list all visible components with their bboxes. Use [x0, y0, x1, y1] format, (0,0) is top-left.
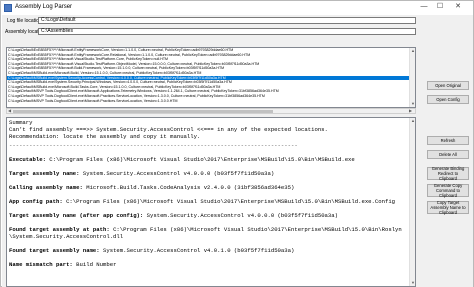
log-file-list[interactable]: C:\Logs\Default\ExE8B5F5?\*\*\Microsoft.… — [6, 47, 416, 108]
generate-binding-redirect-button[interactable]: Generate Binding Redirect to Clipboard — [427, 166, 469, 181]
calling-label: Calling assembly name: — [9, 184, 83, 191]
executable-value: C:\Program Files (x86)\Microsoft Visual … — [45, 156, 355, 163]
scroll-left-arrow-icon[interactable]: ◀ — [8, 109, 11, 113]
log-location-input[interactable]: C:\Logs\Default — [38, 17, 416, 24]
config-label: App config path: — [9, 198, 63, 205]
maximize-button[interactable]: ☐ — [433, 1, 447, 13]
found-path-value: C:\Program Files (x86)\Microsoft Visual … — [109, 226, 402, 233]
found-path-label: Found target assembly at path: — [9, 226, 110, 233]
output-scroll-down-icon[interactable]: ▼ — [411, 281, 415, 285]
app-window: Assembly Log Parser — ☐ ✕ Log file locat… — [0, 0, 474, 287]
found-name-label: Found target assembly name: — [9, 247, 100, 254]
target-after-label: Target assembly name (after app config): — [9, 212, 144, 219]
separator-line: ----------------------------------------… — [9, 142, 298, 149]
output-text-area[interactable]: Summary Can't find assembly ===>> System… — [6, 117, 416, 287]
horizontal-scroll-thumb[interactable] — [13, 110, 273, 113]
open-config-button[interactable]: Open Config — [427, 95, 469, 104]
executable-line: Executable: C:\Program Files (x86)\Micro… — [9, 156, 355, 163]
config-value: C:\Program Files (x86)\Microsoft Visual … — [62, 198, 396, 205]
app-icon — [4, 4, 12, 12]
list-vertical-scrollbar[interactable]: ▲ ▼ — [409, 48, 415, 107]
refresh-button[interactable]: Refresh — [427, 136, 469, 145]
target-value: System.Security.AccessControl v4.0.0.0 (… — [79, 170, 275, 177]
scroll-up-arrow-icon[interactable]: ▲ — [411, 49, 415, 53]
minimize-button[interactable]: — — [417, 1, 431, 13]
generate-copy-command-button[interactable]: Generate Copy Command to Clipboard — [427, 183, 469, 198]
output-vertical-scrollbar[interactable]: ▲ ▼ — [409, 118, 415, 286]
assembly-location-input[interactable]: C:\Assemblies — [38, 28, 416, 35]
open-original-button[interactable]: Open Original — [427, 81, 469, 90]
calling-line: Calling assembly name: Microsoft.Build.T… — [9, 184, 294, 191]
calling-value: Microsoft.Build.Tasks.CodeAnalysis v2.4.… — [82, 184, 295, 191]
summary-heading: Summary — [9, 119, 33, 126]
scroll-down-arrow-icon[interactable]: ▼ — [411, 102, 415, 106]
found-name-line: Found target assembly name: System.Secur… — [9, 247, 294, 254]
target-line: Target assembly name: System.Security.Ac… — [9, 170, 274, 177]
delete-all-button[interactable]: Delete All — [427, 150, 469, 159]
summary-line: Can't find assembly ===>> System.Securit… — [9, 126, 328, 133]
config-line: App config path: C:\Program Files (x86)\… — [9, 198, 395, 205]
mismatch-value: Build Number — [72, 261, 117, 268]
client-area: Log file location: C:\Logs\Default Assem… — [2, 15, 473, 287]
recommendation-line: Recommendation: locate the assembly and … — [9, 133, 201, 140]
output-scroll-up-icon[interactable]: ▲ — [411, 119, 415, 123]
close-button[interactable]: ✕ — [451, 1, 465, 13]
target-after-line: Target assembly name (after app config):… — [9, 212, 338, 219]
title-bar[interactable]: Assembly Log Parser — ☐ ✕ — [1, 1, 473, 15]
log-file-list-items: C:\Logs\Default\ExE8B5F5?\*\*\Microsoft.… — [7, 48, 415, 103]
target-label: Target assembly name: — [9, 170, 80, 177]
copy-target-assembly-name-button[interactable]: Copy Target Assembly Name to Clipboard — [427, 200, 469, 215]
target-after-value: System.Security.AccessControl v4.0.0.0 (… — [143, 212, 338, 219]
found-path-line: Found target assembly at path: C:\Progra… — [9, 226, 402, 233]
list-horizontal-scrollbar[interactable]: ◀ ▶ — [6, 108, 416, 114]
found-name-value: System.Security.AccessControl v4.0.1.0 (… — [99, 247, 295, 254]
window-title: Assembly Log Parser — [15, 4, 73, 10]
mismatch-line: Name mismatch part: Build Number — [9, 261, 116, 268]
log-file-list-item[interactable]: C:\Logs\Default\MSVP Tools.DogfoodClient… — [7, 99, 415, 104]
scroll-right-arrow-icon[interactable]: ▶ — [409, 109, 412, 113]
executable-label: Executable: — [9, 156, 46, 163]
found-path-continuation: \System.Security.AccessControl.dll — [9, 233, 124, 240]
mismatch-label: Name mismatch part: — [9, 261, 73, 268]
